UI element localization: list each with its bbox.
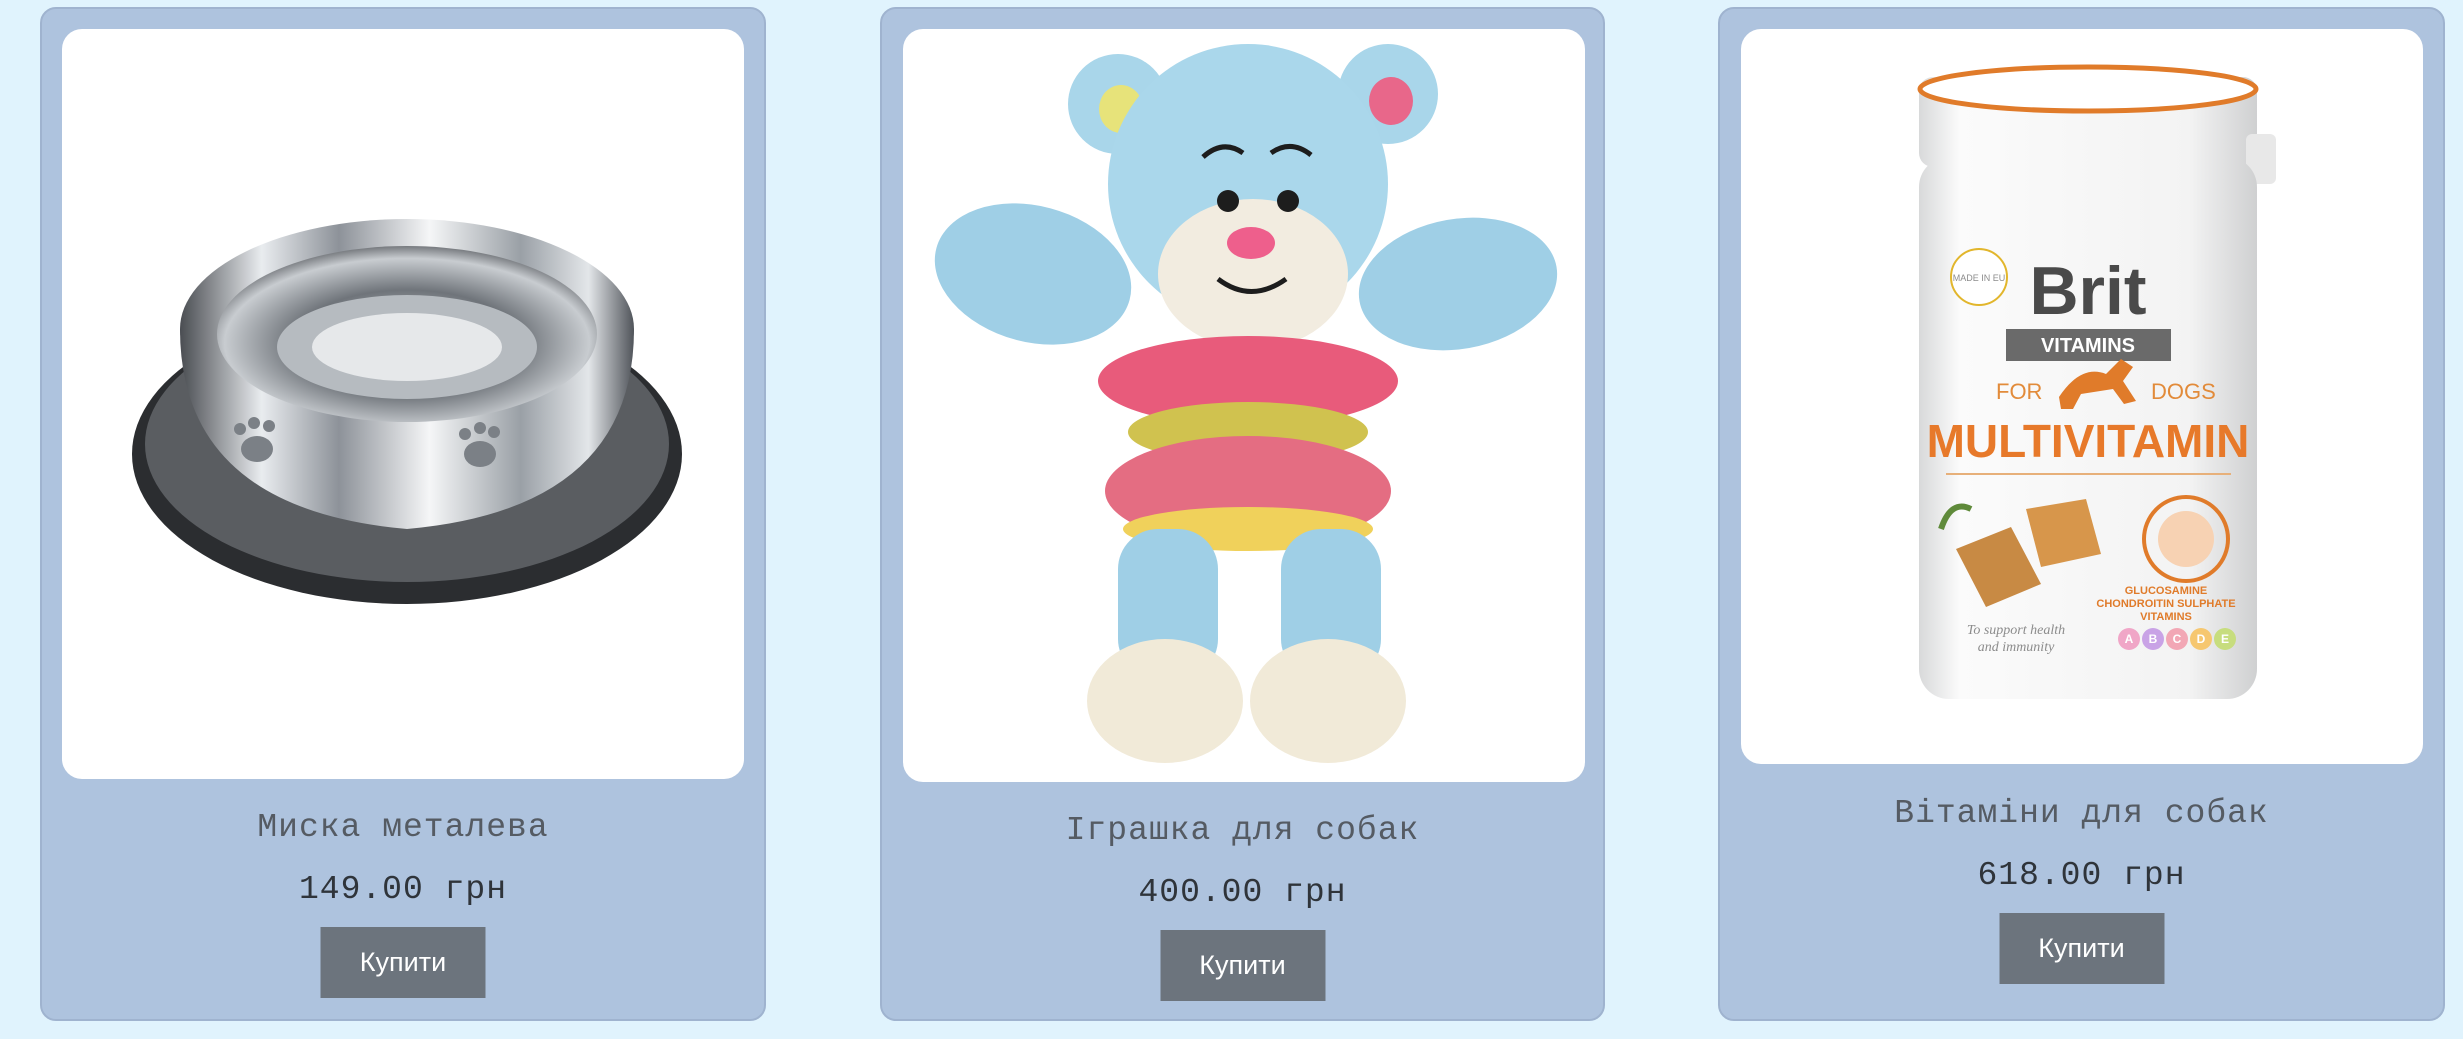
- buy-button[interactable]: Купити: [1160, 930, 1325, 1001]
- product-card: MADE IN EU Brit VITAMINS FOR DOGS MULTIV…: [1718, 7, 2445, 1021]
- product-title: Вітаміни для собак: [1894, 795, 2269, 832]
- dogs-text: DOGS: [2151, 379, 2216, 404]
- product-card: Миска металева 149.00 грн Купити: [40, 7, 766, 1021]
- tagline-line-1: To support health: [1967, 623, 2065, 638]
- vitamin-letter: D: [2197, 632, 2206, 646]
- buy-button[interactable]: Купити: [1999, 913, 2164, 984]
- buy-button[interactable]: Купити: [320, 927, 486, 998]
- product-name-label: MULTIVITAMIN: [1927, 415, 2250, 467]
- for-text: FOR: [1996, 379, 2042, 404]
- vitamin-jar-image: MADE IN EU Brit VITAMINS FOR DOGS MULTIV…: [1917, 64, 2276, 699]
- plush-bear-toy-image: [934, 44, 1558, 763]
- product-price: 149.00 грн: [298, 871, 508, 908]
- made-in-eu-text: MADE IN EU: [1953, 273, 2006, 283]
- tagline-line-2: and immunity: [1978, 640, 2055, 655]
- product-price: 618.00 грн: [1977, 857, 2186, 894]
- vitamin-letter: E: [2221, 632, 2229, 646]
- made-in-eu-seal: MADE IN EU: [1950, 248, 2008, 306]
- ingredients-line-3: VITAMINS: [2140, 611, 2192, 623]
- vitamin-letter: A: [2125, 632, 2134, 646]
- brand-logo: Brit: [2029, 253, 2146, 329]
- vitamin-letter: B: [2149, 632, 2158, 646]
- ingredients-line-2: CHONDROITIN SULPHATE: [2096, 598, 2235, 610]
- product-price: 400.00 грн: [1138, 874, 1347, 911]
- product-title: Іграшка для собак: [1065, 812, 1420, 849]
- product-line: VITAMINS: [2041, 335, 2135, 357]
- vitamin-letter: C: [2173, 632, 2182, 646]
- product-image[interactable]: [903, 29, 1585, 782]
- product-image[interactable]: [62, 29, 744, 779]
- product-image[interactable]: MADE IN EU Brit VITAMINS FOR DOGS MULTIV…: [1741, 29, 2423, 764]
- metal-bowl-image: [132, 219, 682, 604]
- product-title: Миска металева: [257, 809, 549, 846]
- ingredients-line-1: GLUCOSAMINE: [2125, 585, 2208, 597]
- product-card: Іграшка для собак 400.00 грн Купити: [880, 7, 1605, 1021]
